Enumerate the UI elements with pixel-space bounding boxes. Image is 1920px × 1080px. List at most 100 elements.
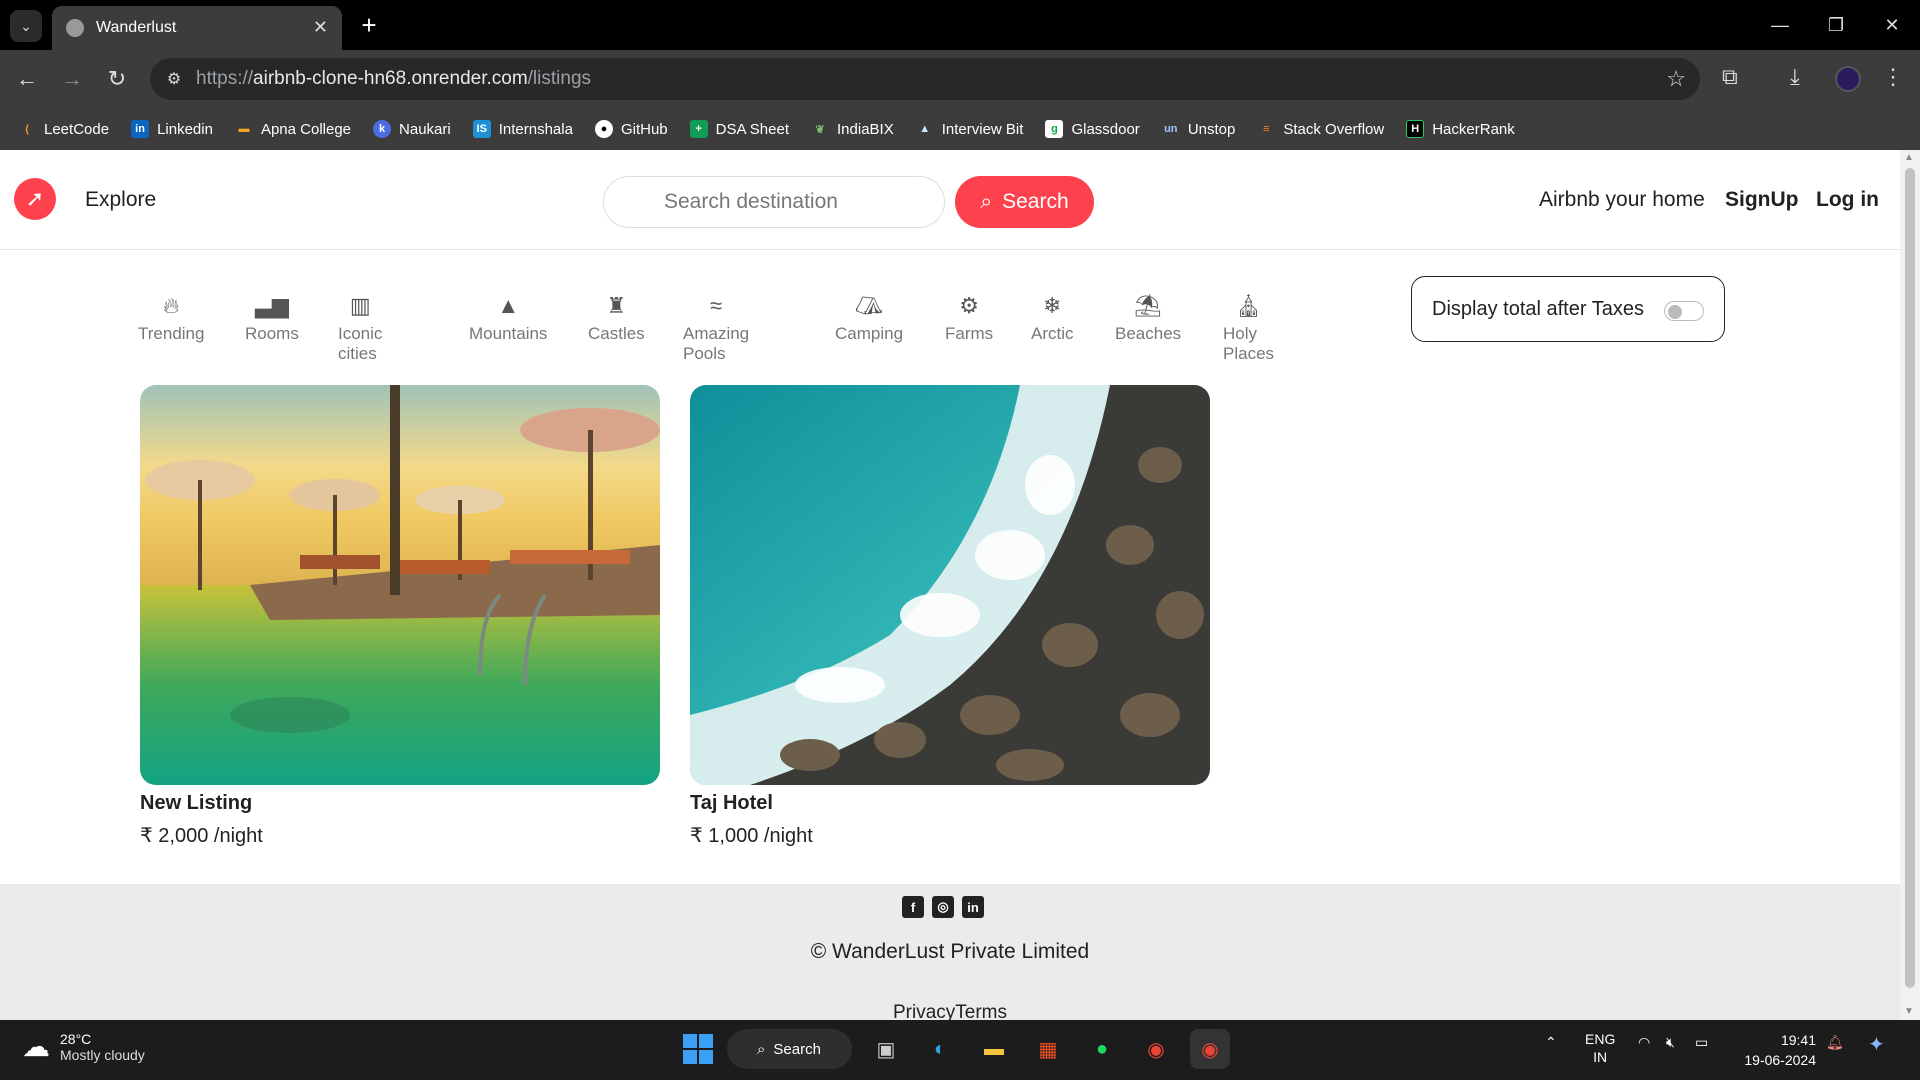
edge-icon[interactable]: ◐ — [920, 1029, 960, 1069]
site-settings-icon[interactable]: ⚙ — [162, 68, 186, 90]
notification-bell-icon[interactable]: 🔔︎ — [1826, 1034, 1844, 1051]
bookmark-label: LeetCode — [44, 120, 110, 138]
linkedin-icon[interactable]: in — [962, 896, 984, 918]
filter-iconic-cities[interactable]: ▥ Iconic cities — [338, 292, 382, 364]
privacy-terms-links[interactable]: PrivacyTerms — [0, 1002, 1900, 1020]
bookmark-dsa-sheet[interactable]: + DSA Sheet — [689, 120, 789, 138]
new-tab-button[interactable]: + — [352, 8, 386, 42]
bookmark-apna-college[interactable]: ▬ Apna College — [235, 120, 351, 138]
browser-tab-bar: ⌄ Wanderlust ✕ + — ❐ ✕ — [0, 0, 1920, 50]
bookmark-glassdoor[interactable]: g Glassdoor — [1045, 120, 1140, 138]
chrome-icon[interactable]: ◉ — [1136, 1029, 1176, 1069]
signup-link[interactable]: SignUp — [1725, 188, 1799, 212]
start-icon[interactable] — [683, 1034, 713, 1064]
filter-beaches[interactable]: ⛱︎ Beaches — [1115, 292, 1181, 344]
bookmark-label: IndiaBIX — [837, 120, 894, 138]
file-explorer-icon[interactable]: ▬ — [974, 1029, 1014, 1069]
bookmark-label: Glassdoor — [1071, 120, 1140, 138]
bookmark-stack-overflow[interactable]: ≡ Stack Overflow — [1257, 120, 1384, 138]
tray-chevron-icon[interactable]: ⌃ — [1545, 1034, 1557, 1051]
language-indicator[interactable]: ENG IN — [1585, 1030, 1615, 1066]
tax-toggle-label: Display total after Taxes — [1432, 297, 1644, 320]
scroll-up-icon[interactable]: ▲ — [1904, 152, 1914, 163]
bookmark-label: Apna College — [260, 120, 352, 138]
ocean-rocks-image — [690, 385, 1210, 785]
page-scrollbar[interactable]: ▲ ▼ — [1900, 150, 1920, 1020]
city-icon: ▥ — [349, 293, 371, 318]
filter-arctic[interactable]: ❄︎ Arctic — [1031, 292, 1074, 344]
task-view-icon[interactable]: ▣ — [866, 1029, 906, 1069]
filter-trending[interactable]: 🔥︎ Trending — [138, 292, 204, 344]
weather-widget[interactable]: ☁ 28°C Mostly cloudy — [22, 1030, 145, 1063]
extensions-icon[interactable]: ⧉ — [1722, 64, 1738, 90]
cloudy-icon: ☁ — [22, 1031, 50, 1062]
bookmark-internshala[interactable]: IS Internshala — [472, 120, 573, 138]
internshala-icon: IS — [472, 120, 491, 138]
tax-switch[interactable] — [1664, 301, 1704, 321]
listing-card[interactable]: New Listing ₹ 2,000 /night — [140, 385, 660, 848]
filter-mountains[interactable]: ▲ Mountains — [469, 292, 547, 344]
store-icon[interactable]: ▦ — [1028, 1029, 1068, 1069]
bookmark-unstop[interactable]: un Unstop — [1162, 120, 1235, 138]
listing-image-ocean[interactable] — [690, 385, 1210, 785]
bookmark-label: Stack Overflow — [1283, 120, 1385, 138]
download-icon[interactable]: ⤓ — [1790, 64, 1800, 90]
bookmark-leetcode[interactable]: ⟨ LeetCode — [18, 120, 109, 138]
airbnb-your-home-link[interactable]: Airbnb your home — [1539, 188, 1705, 212]
listing-price: ₹ 2,000 /night — [140, 825, 263, 847]
login-link[interactable]: Log in — [1816, 188, 1879, 212]
bookmark-github[interactable]: ● GitHub — [594, 120, 668, 138]
clock[interactable]: 19:41 19-06-2024 — [1744, 1030, 1816, 1070]
interviewbit-icon: ▲ — [919, 123, 931, 135]
tax-toggle[interactable]: Display total after Taxes — [1411, 276, 1725, 342]
mute-icon[interactable]: 🔇︎ — [1666, 1034, 1675, 1051]
search-input[interactable]: Search destination — [603, 176, 945, 228]
minimize-icon[interactable]: — — [1752, 0, 1808, 50]
compass-logo-icon[interactable]: ➚ — [14, 178, 56, 220]
tab-search-button[interactable]: ⌄ — [10, 10, 42, 42]
back-icon[interactable]: ← — [10, 62, 44, 96]
tab-close-icon[interactable]: ✕ — [313, 17, 328, 38]
swimmer-icon: ≈ — [710, 293, 723, 318]
scrollbar-thumb[interactable] — [1905, 168, 1915, 988]
search-button[interactable]: ⌕ Search — [955, 176, 1094, 228]
hackerrank-icon: H — [1406, 120, 1425, 138]
bookmark-interview-bit[interactable]: ▲ Interview Bit — [916, 120, 1023, 138]
bookmark-star-icon[interactable]: ☆ — [1666, 66, 1686, 92]
bookmark-indiabix[interactable]: ❦ IndiaBIX — [811, 120, 894, 138]
date: 19-06-2024 — [1744, 1052, 1816, 1068]
reload-icon[interactable]: ↻ — [100, 62, 134, 96]
explore-link[interactable]: Explore — [85, 188, 156, 212]
copilot-icon[interactable]: ✦ — [1868, 1032, 1885, 1057]
spotify-icon[interactable]: ● — [1082, 1029, 1122, 1069]
browser-tab[interactable]: Wanderlust ✕ — [52, 6, 342, 50]
filter-farms[interactable]: ⚙ Farms — [945, 292, 993, 344]
filter-label: Camping — [835, 324, 904, 343]
bookmark-label: Linkedin — [157, 120, 213, 138]
filter-rooms[interactable]: ▃▆ Rooms — [245, 292, 299, 344]
bookmark-naukari[interactable]: k Naukari — [373, 120, 451, 138]
restore-icon[interactable]: ❐ — [1808, 0, 1864, 50]
facebook-icon[interactable]: f — [902, 896, 924, 918]
listing-card[interactable]: Taj Hotel ₹ 1,000 /night — [690, 385, 1210, 848]
scroll-down-icon[interactable]: ▼ — [1904, 1006, 1914, 1017]
taskbar-search-label: Search — [773, 1040, 821, 1058]
filter-amazing-pools[interactable]: ≈ Amazing Pools — [683, 292, 749, 364]
chrome-active-icon[interactable]: ◉ — [1190, 1029, 1230, 1069]
bookmark-linkedin[interactable]: in Linkedin — [131, 120, 213, 138]
wifi-icon[interactable]: ◠ — [1638, 1034, 1650, 1051]
profile-avatar[interactable] — [1835, 66, 1861, 92]
filter-castles[interactable]: ♜ Castles — [588, 292, 645, 344]
taskbar-search[interactable]: ⌕ Search — [727, 1029, 852, 1069]
bookmark-hackerrank[interactable]: H HackerRank — [1406, 120, 1515, 138]
listing-image-pool[interactable] — [140, 385, 660, 785]
address-bar[interactable]: ⚙ https://airbnb-clone-hn68.onrender.com… — [150, 58, 1700, 100]
menu-dots-icon[interactable]: ⋮ — [1882, 64, 1904, 90]
battery-icon[interactable]: ▭ — [1695, 1034, 1708, 1051]
forward-icon[interactable]: → — [55, 62, 89, 96]
filter-camping[interactable]: ⛺︎ Camping — [835, 292, 903, 344]
stackoverflow-icon: ≡ — [1263, 123, 1270, 135]
instagram-icon[interactable]: ◎ — [932, 896, 954, 918]
filter-holy-places[interactable]: ⛪︎ Holy Places — [1223, 292, 1274, 364]
close-window-icon[interactable]: ✕ — [1864, 0, 1920, 50]
